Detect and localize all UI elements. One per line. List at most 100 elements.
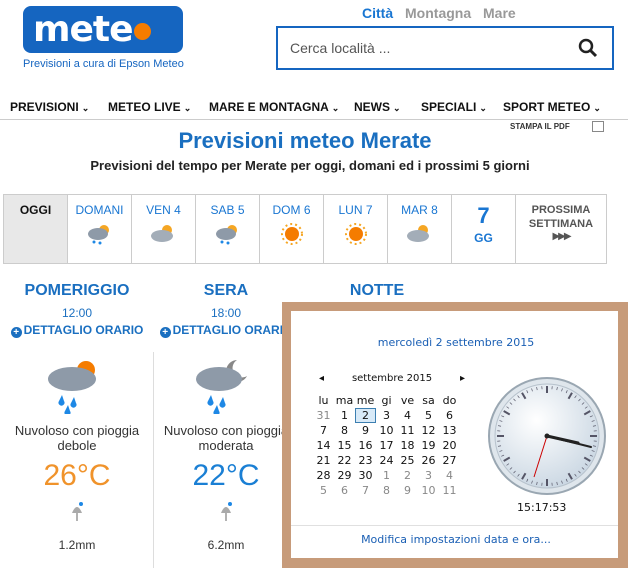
tab-mare[interactable]: Mare [483,5,516,21]
tab-day-mar8[interactable]: MAR 8 [388,195,452,263]
calendar-day[interactable]: 10 [418,483,439,498]
calendar-day[interactable]: 9 [355,423,376,438]
calendar-day[interactable]: 11 [397,423,418,438]
search-input[interactable]: Cerca località ... [276,26,614,70]
calendar-day[interactable]: 4 [439,468,460,483]
calendar-day[interactable]: 26 [418,453,439,468]
calendar-day[interactable]: 7 [355,483,376,498]
sun-icon [280,223,303,245]
chevron-down-icon: ⌄ [593,103,601,113]
chevron-down-icon: ⌄ [183,103,192,113]
search-icon[interactable] [578,38,598,58]
tab-citta[interactable]: Città [362,5,393,21]
calendar-day[interactable]: 13 [439,423,460,438]
analog-clock [488,377,606,495]
calendar-day[interactable]: 17 [376,438,397,453]
calendar-day[interactable]: 2 [355,408,376,423]
calendar-day[interactable]: 18 [397,438,418,453]
main-nav: PREVISIONI ⌄ METEO LIVE ⌄ MARE E MONTAGNA ⌄… [0,94,628,120]
tab-montagna[interactable]: Montagna [405,5,471,21]
tab-day-lun7[interactable]: LUN 7 [324,195,388,263]
calendar-day[interactable]: 30 [355,468,376,483]
cloud-rain-sun-icon [87,225,109,245]
nav-meteo-live[interactable]: METEO LIVE ⌄ [108,100,191,114]
nav-news[interactable]: NEWS ⌄ [354,100,401,114]
calendar-day[interactable]: 1 [334,408,355,423]
period-description: Nuvoloso con pioggia [14,423,140,438]
calendar-day[interactable]: 16 [355,438,376,453]
tab-day-sab5[interactable]: SAB 5 [196,195,260,263]
calendar-day[interactable]: 22 [334,453,355,468]
day-label: DOMANI [75,203,124,217]
hourly-detail-link[interactable]: + DETTAGLIO ORARIO [2,323,152,338]
calendar-week: 31 1 2 3 4 5 6 [313,408,460,423]
calendar-day[interactable]: 5 [313,483,334,498]
tab-day-ven4[interactable]: VEN 4 [132,195,196,263]
calendar-month[interactable]: settembre 2015 [319,373,465,384]
nav-previsioni[interactable]: PREVISIONI ⌄ [10,100,89,114]
calendar-day[interactable]: 11 [439,483,460,498]
logo-text: mete.it [33,9,183,91]
calendar-day[interactable]: 8 [376,483,397,498]
calendar-day[interactable]: 20 [439,438,460,453]
tab-day-oggi[interactable]: OGGI [4,195,68,263]
calendar-week: 7 8 9 10 11 12 13 [313,423,460,438]
calendar-day[interactable]: 28 [313,468,334,483]
period-notte: NOTTE [302,282,452,300]
calendar-day[interactable]: 23 [355,453,376,468]
tab-day-dom6[interactable]: DOM 6 [260,195,324,263]
calendar-day[interactable]: 6 [439,408,460,423]
day-tabs: OGGI DOMANI VEN 4 SAB 5 DOM 6 LUN 7 MAR … [3,194,607,264]
tab-seven-days[interactable]: 7 GG [452,195,516,263]
full-date-link[interactable]: mercoledì 2 settembre 2015 [291,336,621,349]
page-title: Previsioni meteo Merate [178,128,432,153]
site-logo[interactable]: mete.it [23,6,183,91]
tab-day-domani[interactable]: DOMANI [68,195,132,263]
seven-days-unit: GG [474,231,493,245]
calendar-day[interactable]: 2 [397,468,418,483]
calendar-day[interactable]: 9 [397,483,418,498]
period-rain: 6.2mm [207,538,245,552]
calendar-day[interactable]: 25 [397,453,418,468]
next-month-icon[interactable]: ▸ [460,373,465,384]
calendar-day[interactable]: 27 [439,453,460,468]
hourly-detail-link[interactable]: + DETTAGLIO ORARIO [151,323,301,338]
page-subtitle: Previsioni del tempo per Merate per oggi… [90,158,530,173]
calendar-day[interactable]: 7 [313,423,334,438]
tab-next-week[interactable]: PROSSIMA SETTIMANA ▶▶▶ [516,195,606,263]
day-label: VEN 4 [146,203,181,217]
calendar-day[interactable]: 31 [313,408,334,423]
calendar-day[interactable]: 6 [334,483,355,498]
weekday-header: gi [381,394,392,407]
weekday-header: me [356,394,375,407]
calendar-day[interactable]: 14 [313,438,334,453]
weekday-header: sa [422,394,435,407]
calendar-day[interactable]: 4 [397,408,418,423]
calendar-day[interactable]: 1 [376,468,397,483]
change-datetime-settings-link[interactable]: Modifica impostazioni data e ora... [291,533,621,546]
calendar-day[interactable]: 3 [376,408,397,423]
calendar-day[interactable]: 21 [313,453,334,468]
calendar-day[interactable]: 3 [418,468,439,483]
calendar-day[interactable]: 15 [334,438,355,453]
calendar-day[interactable]: 24 [376,453,397,468]
calendar-week: 28 29 30 1 2 3 4 [313,468,460,483]
cloud-sun-icon [150,225,173,242]
day-label: LUN 7 [338,203,373,217]
calendar-day[interactable]: 12 [418,423,439,438]
nav-sport-meteo[interactable]: SPORT METEO ⌄ [503,100,601,114]
period-pomeriggio: POMERIGGIO 12:00 + DETTAGLIO ORARIO Nuvol… [2,282,152,552]
nav-mare-montagna[interactable]: MARE E MONTAGNA ⌄ [209,100,339,114]
nav-speciali[interactable]: SPECIALI ⌄ [421,100,487,114]
chevron-down-icon: ⌄ [393,103,401,113]
calendar-day[interactable]: 29 [334,468,355,483]
calendar-day[interactable]: 19 [418,438,439,453]
period-time: 18:00 [210,306,242,320]
calendar-week: 14 15 16 17 18 19 20 [313,438,460,453]
calendar-day[interactable]: 10 [376,423,397,438]
calendar-day[interactable]: 8 [334,423,355,438]
logo-subtitle: Previsioni a cura di Epson Meteo [23,58,184,70]
sun-icon [344,223,367,245]
datetime-popup: mercoledì 2 settembre 2015 ◂ settembre 2… [282,302,628,568]
calendar-day[interactable]: 5 [418,408,439,423]
